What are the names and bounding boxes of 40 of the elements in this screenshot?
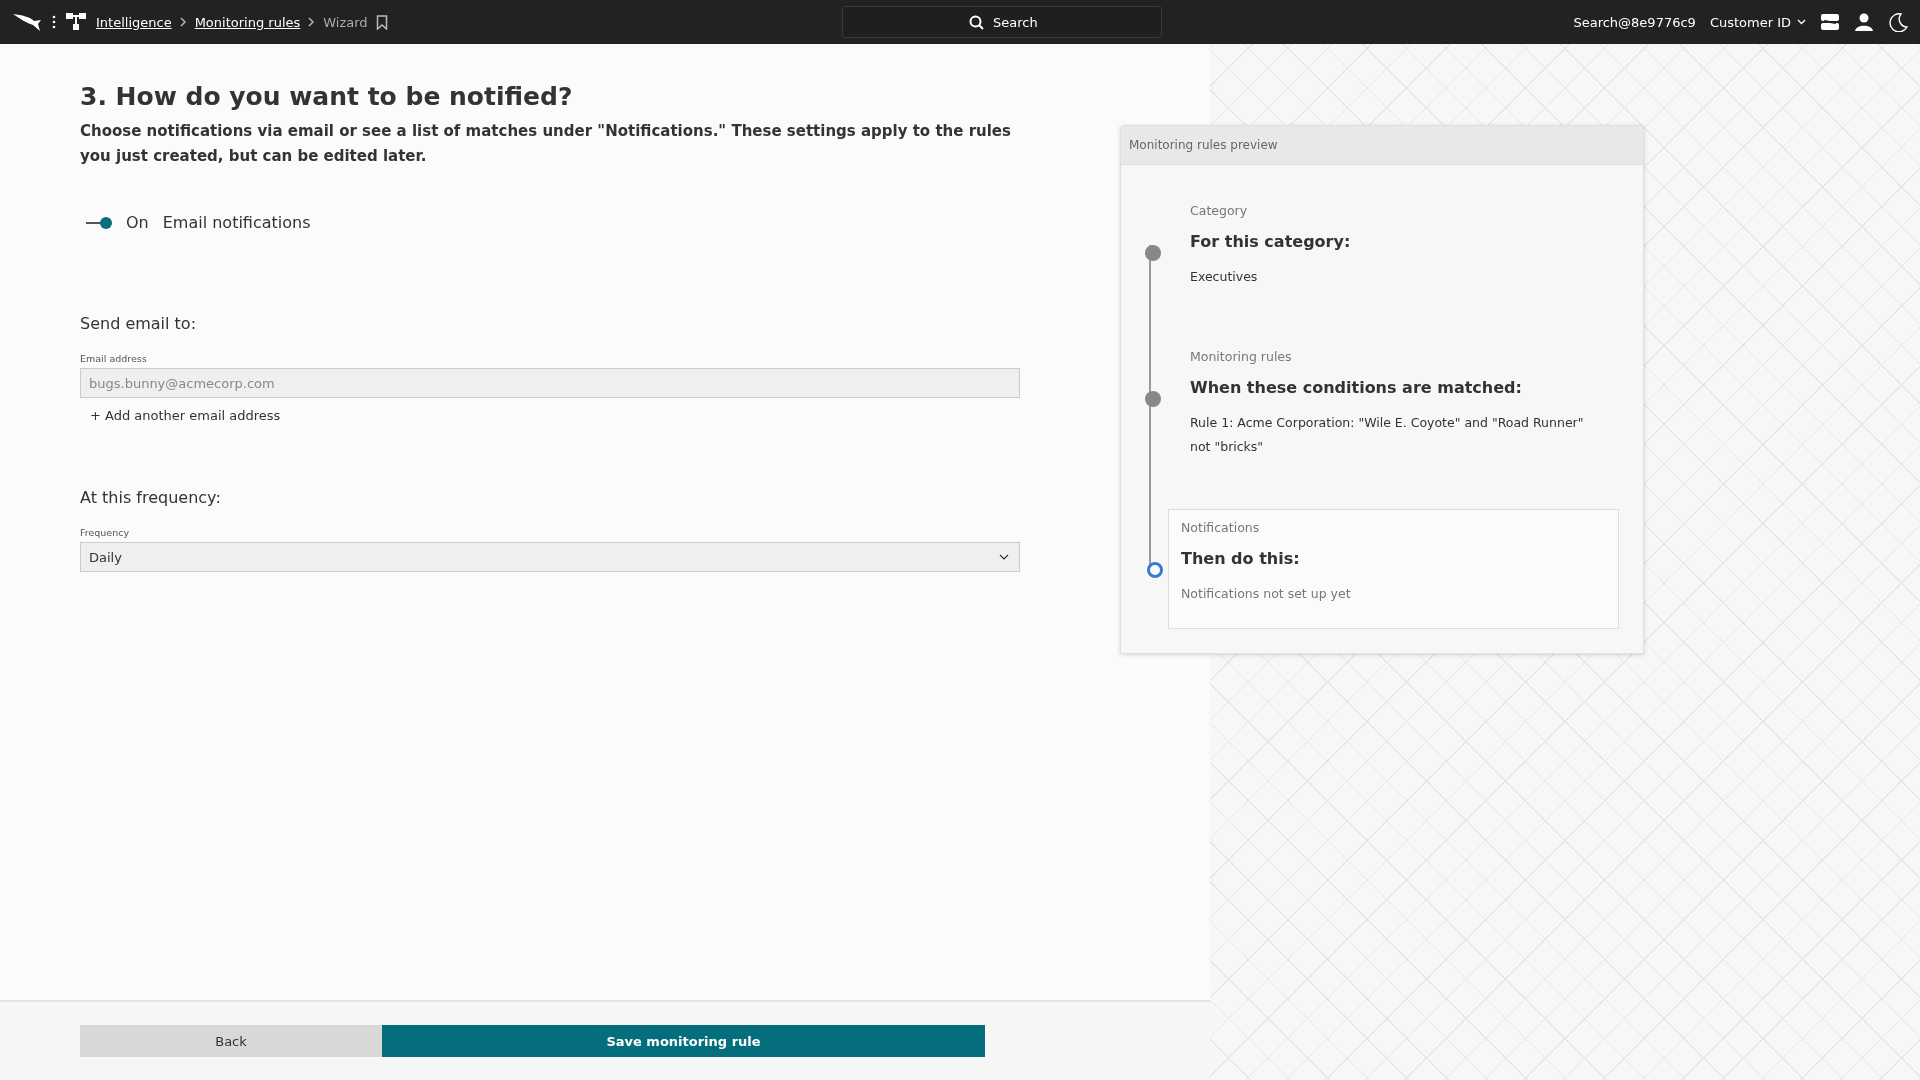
search-field[interactable]: Search [842,6,1162,38]
panel-title: Monitoring rules preview [1121,126,1643,165]
customer-id-dropdown[interactable]: Customer ID [1709,14,1806,30]
search-icon [969,15,984,30]
bookmark-icon[interactable] [375,14,388,30]
section-title: At this frequency: [80,488,222,507]
step-label: Notifications [1181,520,1261,535]
step-title: When these conditions are matched: [1190,378,1523,397]
page-heading: 3. How do you want to be notified? [80,82,574,111]
save-button[interactable]: Save monitoring rule [382,1025,985,1057]
field-label: Email address [80,353,148,364]
frequency-dropdown[interactable]: Daily [80,542,1020,572]
moon-icon[interactable] [1888,12,1908,32]
back-button[interactable]: Back [80,1025,382,1057]
step-text: Executives [1190,268,1259,286]
breadcrumb-current: Wizard [323,14,368,30]
section-title: Send email to: [80,314,198,333]
step-label: Category [1190,203,1249,218]
field-label: Frequency [80,527,131,538]
hierarchy-icon[interactable] [66,13,86,31]
breadcrumb-link[interactable]: Intelligence [96,14,172,30]
user-name: Search@8e9776c9 [1573,14,1696,30]
step-title: Then do this: [1181,549,1301,568]
toggle-switch[interactable] [86,215,112,230]
step-text: Notifications not set up yet [1181,585,1352,603]
breadcrumb-link[interactable]: Monitoring rules [194,14,301,30]
step-title: For this category: [1190,232,1352,251]
chevron-down-icon [1797,19,1806,25]
step-label: Monitoring rules [1190,349,1293,364]
description-text: Choose notifications via email or see a list of matches under "Notifications." These settings apply to the rules you just created, but can be edited later. [80,121,1012,167]
toggle-label: Email notifications [162,213,311,232]
more-icon[interactable] [52,15,56,29]
chevron-right-icon [179,17,187,27]
user-icon[interactable] [1854,12,1874,32]
chevron-down-icon [999,554,1009,560]
chevron-right-icon [308,17,316,27]
add-email-link[interactable]: + Add another email address [90,408,281,423]
step-text: Rule 1: Acme Corporation: "Wile E. Coyote" and "Road Runner" not "bricks" [1190,414,1585,456]
toggle-state-label: On [126,213,149,232]
email-field[interactable]: bugs.bunny@acmecorp.com [80,368,1020,398]
